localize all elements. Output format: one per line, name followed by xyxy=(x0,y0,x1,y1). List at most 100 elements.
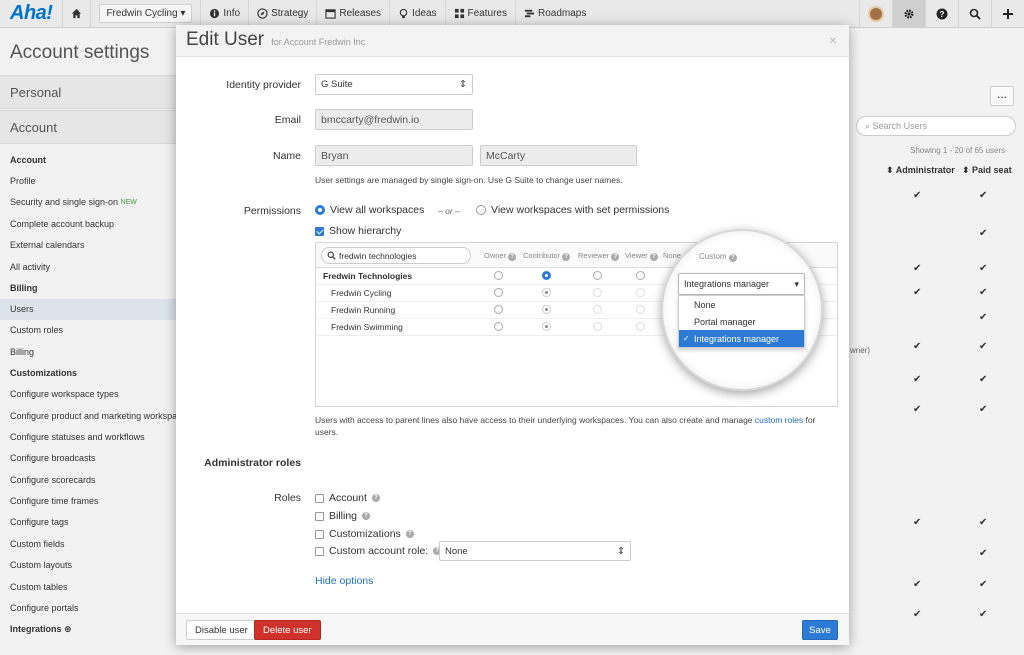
modal-subtitle: for Account Fredwin Inc xyxy=(271,37,366,47)
sidebar-item-activity[interactable]: All activity xyxy=(0,257,180,278)
menu-item-integrations-manager[interactable]: Integrations manager xyxy=(679,330,804,347)
sidebar-item-product-workspaces[interactable]: Configure product and marketing workspac… xyxy=(0,406,180,427)
custom-account-role-select[interactable]: None ⇕ xyxy=(439,541,631,561)
checkbox[interactable] xyxy=(315,529,324,539)
radio-button[interactable] xyxy=(315,205,325,215)
first-name-field[interactable]: Bryan xyxy=(315,145,473,166)
radio-button[interactable] xyxy=(593,322,602,331)
sidebar-item-broadcasts[interactable]: Configure broadcasts xyxy=(0,448,180,469)
workspace-search-input[interactable]: fredwin technologies xyxy=(321,247,471,264)
menu-item-portal-manager[interactable]: Portal manager xyxy=(679,313,804,330)
sidebar-item-statuses[interactable]: Configure statuses and workflows xyxy=(0,427,180,448)
personal-section[interactable]: Personal xyxy=(0,75,180,109)
sidebar-item-users[interactable]: Users xyxy=(0,298,180,321)
sidebar-item-time-frames[interactable]: Configure time frames xyxy=(0,491,180,512)
show-hierarchy-checkbox[interactable]: Show hierarchy xyxy=(315,225,401,237)
role-billing-checkbox[interactable]: Billing? xyxy=(315,510,371,522)
more-options-button[interactable]: ... xyxy=(990,86,1014,106)
radio-button[interactable] xyxy=(494,271,503,280)
add-button[interactable] xyxy=(991,0,1024,28)
sidebar-item-custom-tables[interactable]: Custom tables xyxy=(0,577,180,598)
home-button[interactable] xyxy=(62,0,90,28)
radio-button[interactable] xyxy=(542,305,551,314)
sidebar-item-custom-fields[interactable]: Custom fields xyxy=(0,534,180,555)
custom-role-select[interactable]: Integrations manager ▾ xyxy=(678,273,805,295)
radio-button[interactable] xyxy=(494,322,503,331)
last-name-field[interactable]: McCarty xyxy=(480,145,637,166)
radio-button[interactable] xyxy=(636,305,645,314)
row-name: Fredwin Cycling xyxy=(331,288,392,298)
close-icon[interactable]: × xyxy=(829,32,837,48)
sidebar-item-backup[interactable]: Complete account backup xyxy=(0,214,180,235)
radio-button[interactable] xyxy=(542,271,551,280)
radio-button[interactable] xyxy=(636,271,645,280)
sidebar-header-integrations[interactable]: Integrations ⊕ xyxy=(0,619,180,640)
sidebar-item-scorecards[interactable]: Configure scorecards xyxy=(0,470,180,491)
workspace-name: Fredwin Cycling xyxy=(106,8,178,19)
user-search-input[interactable]: ⌕ Search Users xyxy=(856,116,1016,136)
column-viewer-label: Viewer xyxy=(625,251,648,260)
column-administrator-label: Administrator xyxy=(895,165,955,175)
column-administrator[interactable]: ⬍ Administrator xyxy=(886,165,955,176)
sidebar-item-custom-roles[interactable]: Custom roles xyxy=(0,320,180,341)
sidebar-item-tags[interactable]: Configure tags xyxy=(0,512,180,533)
sidebar-item-custom-layouts[interactable]: Custom layouts xyxy=(0,555,180,576)
account-section[interactable]: Account xyxy=(0,110,180,144)
identity-provider-value: G Suite xyxy=(321,79,353,90)
email-field[interactable]: bmccarty@fredwin.io xyxy=(315,109,473,130)
role-account-checkbox[interactable]: Account? xyxy=(315,492,380,504)
help-button[interactable]: ? xyxy=(925,0,958,28)
checkbox[interactable] xyxy=(315,226,324,236)
radio-button[interactable] xyxy=(593,271,602,280)
view-all-radio[interactable]: View all workspaces xyxy=(315,204,424,216)
radio-button[interactable] xyxy=(636,288,645,297)
hide-options-link[interactable]: Hide options xyxy=(315,575,373,587)
nav-info[interactable]: Info xyxy=(200,0,248,28)
nav-roadmaps[interactable]: Roadmaps xyxy=(514,0,594,28)
checkbox[interactable] xyxy=(315,493,324,503)
checkbox[interactable] xyxy=(315,511,324,521)
check-icon: ✔ xyxy=(979,263,988,274)
role-customizations-label: Customizations xyxy=(329,528,401,540)
delete-user-button[interactable]: Delete user xyxy=(254,620,321,640)
checkbox[interactable] xyxy=(315,546,324,556)
settings-button[interactable] xyxy=(892,0,925,28)
save-button[interactable]: Save xyxy=(802,620,838,640)
role-customizations-checkbox[interactable]: Customizations? xyxy=(315,528,414,540)
edit-user-modal: Edit User for Account Fredwin Inc × Iden… xyxy=(176,25,849,645)
identity-provider-select[interactable]: G Suite ⇕ xyxy=(315,74,473,95)
check-icon: ✔ xyxy=(913,374,922,385)
disable-user-button[interactable]: Disable user xyxy=(186,620,257,640)
custom-roles-link[interactable]: custom roles xyxy=(755,415,803,425)
sidebar-item-profile[interactable]: Profile xyxy=(0,171,180,192)
search-button[interactable] xyxy=(958,0,991,28)
radio-button[interactable] xyxy=(542,288,551,297)
nav-releases[interactable]: Releases xyxy=(316,0,389,28)
sidebar-item-security[interactable]: Security and single sign-on NEW xyxy=(0,192,180,213)
sidebar-item-billing[interactable]: Billing xyxy=(0,342,180,363)
grid-icon xyxy=(454,8,464,19)
radio-button[interactable] xyxy=(593,288,602,297)
radio-button[interactable] xyxy=(542,322,551,331)
sidebar-item-workspace-types[interactable]: Configure workspace types xyxy=(0,384,180,405)
radio-button[interactable] xyxy=(494,288,503,297)
view-set-radio[interactable]: View workspaces with set permissions xyxy=(476,204,669,216)
or-separator: – or – xyxy=(438,206,460,216)
nav-strategy[interactable]: Strategy xyxy=(248,0,316,28)
nav-ideas[interactable]: Ideas xyxy=(389,0,444,28)
plus-circle-icon: ⊕ xyxy=(64,624,72,635)
radio-button[interactable] xyxy=(636,322,645,331)
user-menu-button[interactable] xyxy=(859,0,892,28)
radio-button[interactable] xyxy=(476,205,486,215)
radio-button[interactable] xyxy=(593,305,602,314)
custom-account-role-checkbox[interactable]: Custom account role:? xyxy=(315,545,442,557)
workspace-dropdown[interactable]: Fredwin Cycling ▾ xyxy=(99,4,193,23)
sidebar-item-portals[interactable]: Configure portals xyxy=(0,598,180,619)
radio-button[interactable] xyxy=(494,305,503,314)
menu-item-none[interactable]: None xyxy=(679,296,804,313)
sso-help-text: User settings are managed by single sign… xyxy=(315,175,623,185)
sidebar-item-calendars[interactable]: External calendars xyxy=(0,235,180,256)
aha-logo[interactable]: Aha! xyxy=(0,2,62,25)
nav-features[interactable]: Features xyxy=(444,0,515,28)
column-paid-seat[interactable]: ⬍ Paid seat xyxy=(962,165,1012,176)
